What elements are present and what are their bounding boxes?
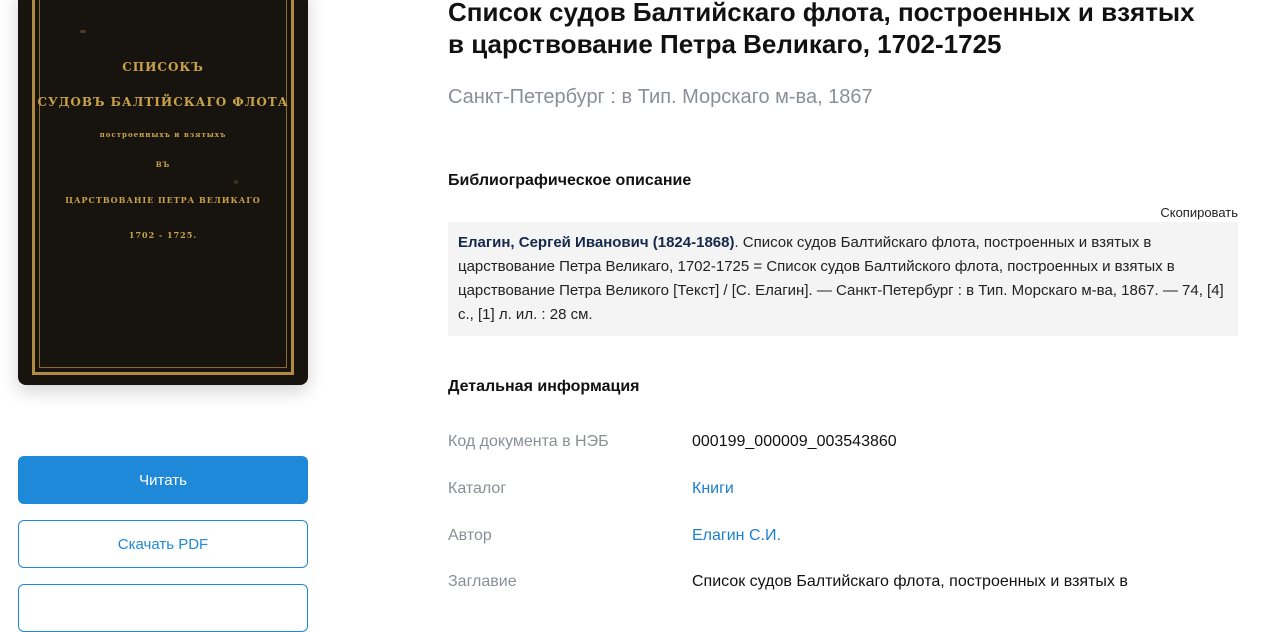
detail-value-doc-code: 000199_000009_003543860 bbox=[692, 433, 897, 450]
cover-wear-mark bbox=[234, 180, 238, 184]
download-pdf-button[interactable]: Скачать PDF bbox=[18, 520, 308, 568]
cover-text-line: 1702 - 1725. bbox=[128, 230, 198, 240]
cover-text-line: СПИСОКЪ bbox=[122, 60, 204, 74]
biblio-author: Елагин, Сергей Иванович (1824-1868) bbox=[458, 234, 735, 251]
cover-text-line: ЦАРСТВОВАНІЕ ПЕТРА ВЕЛИКАГО bbox=[65, 195, 261, 205]
cover-wear-mark bbox=[80, 30, 86, 33]
cover-text-line: СУДОВЪ БАЛТІЙСКАГО ФЛОТА bbox=[37, 95, 289, 109]
read-button[interactable]: Читать bbox=[18, 456, 308, 504]
catalog-link[interactable]: Книги bbox=[692, 480, 734, 498]
detail-label-catalog: Каталог bbox=[448, 480, 507, 497]
detail-label-author: Автор bbox=[448, 527, 492, 544]
detail-value-title: Список судов Балтийскаго флота, построен… bbox=[692, 573, 1128, 590]
cover-text-line: построенныхъ и взятыхъ bbox=[99, 130, 227, 139]
detail-label-doc-code: Код документа в НЭБ bbox=[448, 433, 609, 450]
detail-label-title: Заглавие bbox=[448, 573, 517, 590]
page-title: Список судов Балтийскаго флота, построен… bbox=[448, 0, 1195, 59]
biblio-heading: Библиографическое описание bbox=[448, 172, 692, 189]
author-link[interactable]: Елагин С.И. bbox=[692, 527, 781, 545]
cover-text-line: ВЪ bbox=[155, 160, 171, 169]
biblio-description-box: Елагин, Сергей Иванович (1824-1868). Спи… bbox=[448, 222, 1238, 336]
cover-frame-inner bbox=[39, 0, 287, 368]
copy-button[interactable]: Скопировать bbox=[1160, 205, 1238, 220]
details-heading: Детальная информация bbox=[448, 378, 640, 395]
book-cover-image[interactable]: СПИСОКЪ СУДОВЪ БАЛТІЙСКАГО ФЛОТА построе… bbox=[18, 0, 308, 385]
secondary-action-button[interactable] bbox=[18, 584, 308, 632]
imprint-subtitle: Санкт-Петербург : в Тип. Морскаго м-ва, … bbox=[448, 86, 873, 108]
